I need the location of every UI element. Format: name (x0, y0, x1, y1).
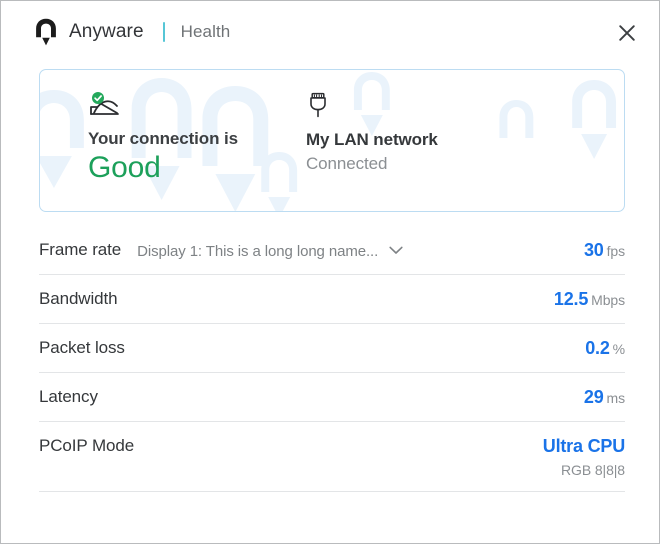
metric-row-frame-rate: Frame rate Display 1: This is a long lon… (39, 226, 625, 275)
metric-unit: ms (606, 390, 626, 406)
metric-value-group: 0.2% (585, 324, 625, 360)
connection-status-card: Your connection is Good My LAN network C… (39, 69, 625, 212)
page-title: Health (180, 22, 231, 41)
metric-value: 0.2 (585, 338, 610, 358)
anyware-logo-icon (35, 18, 57, 46)
metric-value-group: Ultra CPU RGB 8|8|8 (543, 422, 625, 480)
chevron-down-icon (389, 242, 403, 260)
brand-name: Anyware (69, 21, 144, 42)
metric-label: Frame rate (39, 240, 122, 259)
card-content: Your connection is Good My LAN network C… (40, 70, 624, 211)
lan-plug-icon (306, 92, 438, 118)
connection-quality-value: Good (88, 151, 161, 184)
metric-value: 29 (583, 387, 604, 407)
metrics-list: Frame rate Display 1: This is a long lon… (39, 226, 625, 492)
metric-unit: Mbps (591, 292, 625, 308)
metric-row-latency: Latency 29 ms (39, 373, 625, 422)
metric-value-group: 12.5 Mbps (554, 275, 625, 311)
metric-value-group: 29 ms (584, 373, 625, 409)
display-select-label: Display 1: This is a long long name... (137, 242, 379, 260)
close-button[interactable] (611, 17, 643, 49)
window-header: Anyware Health (1, 1, 659, 63)
connection-status-block: Your connection is Good (40, 92, 298, 187)
connection-good-icon (88, 92, 298, 118)
display-select[interactable]: Display 1: This is a long long name... (137, 226, 403, 260)
metric-label: PCoIP Mode (39, 436, 135, 455)
metric-row-bandwidth: Bandwidth 12.5 Mbps (39, 275, 625, 324)
metric-label: Latency (39, 387, 98, 406)
network-state: Connected (306, 154, 388, 173)
brand: Anyware Health (35, 18, 230, 46)
metric-label: Packet loss (39, 338, 125, 357)
metric-subvalue: RGB 8|8|8 (561, 462, 625, 478)
connection-label: Your connection is (88, 129, 238, 148)
metric-label: Bandwidth (39, 289, 118, 308)
network-status-block: My LAN network Connected (298, 92, 438, 174)
metric-row-pcoip-mode: PCoIP Mode Ultra CPU RGB 8|8|8 (39, 422, 625, 492)
metric-unit: % (612, 341, 625, 357)
metric-row-packet-loss: Packet loss 0.2% (39, 324, 625, 373)
network-name: My LAN network (306, 130, 438, 149)
metric-value: 12.5 (553, 289, 589, 309)
close-icon (618, 24, 636, 42)
metric-value: 30 (583, 240, 604, 260)
metric-value-group: 30 fps (584, 226, 625, 262)
brand-divider (162, 22, 165, 42)
metric-unit: fps (606, 243, 625, 259)
health-window: Anyware Health Your connection is Good M… (0, 0, 660, 544)
metric-value: Ultra CPU (542, 436, 625, 456)
